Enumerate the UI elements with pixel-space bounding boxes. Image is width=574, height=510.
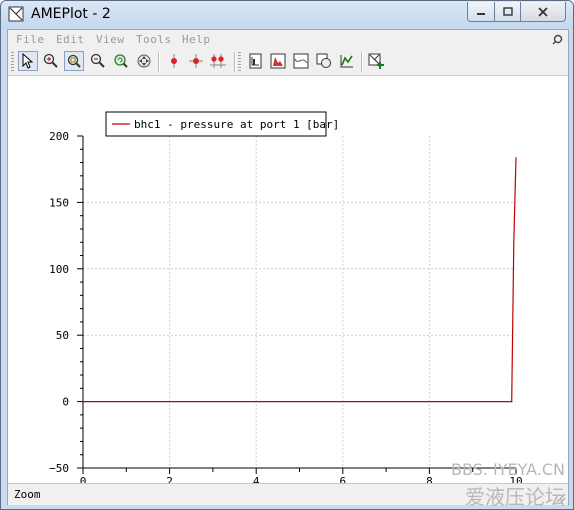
menu-help[interactable]: Help xyxy=(182,33,211,46)
toolbar xyxy=(8,49,568,76)
marker-icon xyxy=(171,54,177,68)
graph-icon xyxy=(293,53,309,69)
x-tick-label: 8 xyxy=(426,475,433,483)
client-area: File Edit View Tools Help 0 2 4 6 8 10 −… xyxy=(7,29,569,505)
copy-icon xyxy=(316,53,331,68)
crosshair-button[interactable] xyxy=(186,51,206,71)
y-tick-label: 150 xyxy=(49,196,69,209)
x-tick-label: 6 xyxy=(339,475,346,483)
y-tick-label: 100 xyxy=(49,263,69,276)
watermark-url: BBS. IYEYA.CN xyxy=(450,460,565,479)
toolbar-separator xyxy=(361,52,363,72)
page-button[interactable] xyxy=(245,51,265,71)
multi-marker-button[interactable] xyxy=(208,51,228,71)
minimize-button[interactable] xyxy=(467,2,495,22)
zoom-button[interactable] xyxy=(41,51,61,71)
x-tick-label: 0 xyxy=(80,475,87,483)
close-button[interactable] xyxy=(520,2,566,22)
copy-button[interactable] xyxy=(314,51,334,71)
zoom-reset-icon xyxy=(114,54,128,68)
page-icon xyxy=(249,53,262,69)
curve-icon xyxy=(340,55,353,68)
pin-icon[interactable] xyxy=(552,33,564,45)
new-plot-button[interactable] xyxy=(366,51,386,71)
chart-button[interactable] xyxy=(268,51,288,71)
minimize-icon xyxy=(477,12,485,15)
pan-icon xyxy=(137,54,151,68)
y-tick-label: 0 xyxy=(62,396,69,409)
toolbar-separator xyxy=(234,52,236,72)
series-line-pressure[interactable] xyxy=(83,157,517,403)
y-tick-label: 50 xyxy=(56,329,69,342)
ameplot-app-icon xyxy=(8,6,24,22)
maximize-icon xyxy=(502,7,513,16)
new-plot-icon xyxy=(368,53,384,69)
window-title: AMEPlot - 2 xyxy=(31,6,111,22)
zoom-out-button[interactable] xyxy=(88,51,108,71)
title-bar[interactable]: AMEPlot - 2 xyxy=(1,1,573,28)
zoom-icon xyxy=(43,53,58,68)
maximize-button[interactable] xyxy=(494,2,521,22)
toolbar-separator xyxy=(158,52,160,72)
curve-button[interactable] xyxy=(337,51,357,71)
watermark-forum-name: 爱液压论坛 xyxy=(465,485,565,509)
y-tick-label: 200 xyxy=(49,130,69,143)
marker-button[interactable] xyxy=(164,51,184,71)
pointer-button[interactable] xyxy=(18,51,38,71)
app-window: AMEPlot - 2 File Edit View Tools Help 0 … xyxy=(0,0,574,510)
pointer-icon xyxy=(22,53,34,69)
legend-label: bhc1 - pressure at port 1 [bar] xyxy=(134,118,339,131)
toolbar-grip[interactable] xyxy=(11,52,14,72)
plot-area[interactable]: 0246810−50050100150200X: Time [s]bhc1 - … xyxy=(8,76,568,503)
multi-marker-icon xyxy=(210,54,226,68)
menu-tools[interactable]: Tools xyxy=(136,33,172,46)
close-icon xyxy=(538,6,548,17)
zoom-out-icon xyxy=(90,53,105,68)
zoom-box-button[interactable] xyxy=(64,51,84,71)
pressure-chart[interactable]: 0246810−50050100150200X: Time [s]bhc1 - … xyxy=(8,76,568,503)
chart-icon xyxy=(270,53,286,69)
graph-button[interactable] xyxy=(291,51,311,71)
zoom-reset-button[interactable] xyxy=(111,51,131,71)
crosshair-icon xyxy=(189,54,203,68)
menu-view[interactable]: View xyxy=(96,33,125,46)
status-text: Zoom xyxy=(14,488,41,501)
x-tick-label: 2 xyxy=(166,475,173,483)
menu-file[interactable]: File xyxy=(16,33,45,46)
pan-button[interactable] xyxy=(134,51,154,71)
menu-edit[interactable]: Edit xyxy=(56,33,85,46)
y-tick-label: −50 xyxy=(49,462,69,475)
x-tick-label: 4 xyxy=(253,475,260,483)
toolbar-grip[interactable] xyxy=(238,52,241,72)
zoom-box-icon xyxy=(67,54,81,68)
menu-bar: File Edit View Tools Help xyxy=(8,30,568,48)
